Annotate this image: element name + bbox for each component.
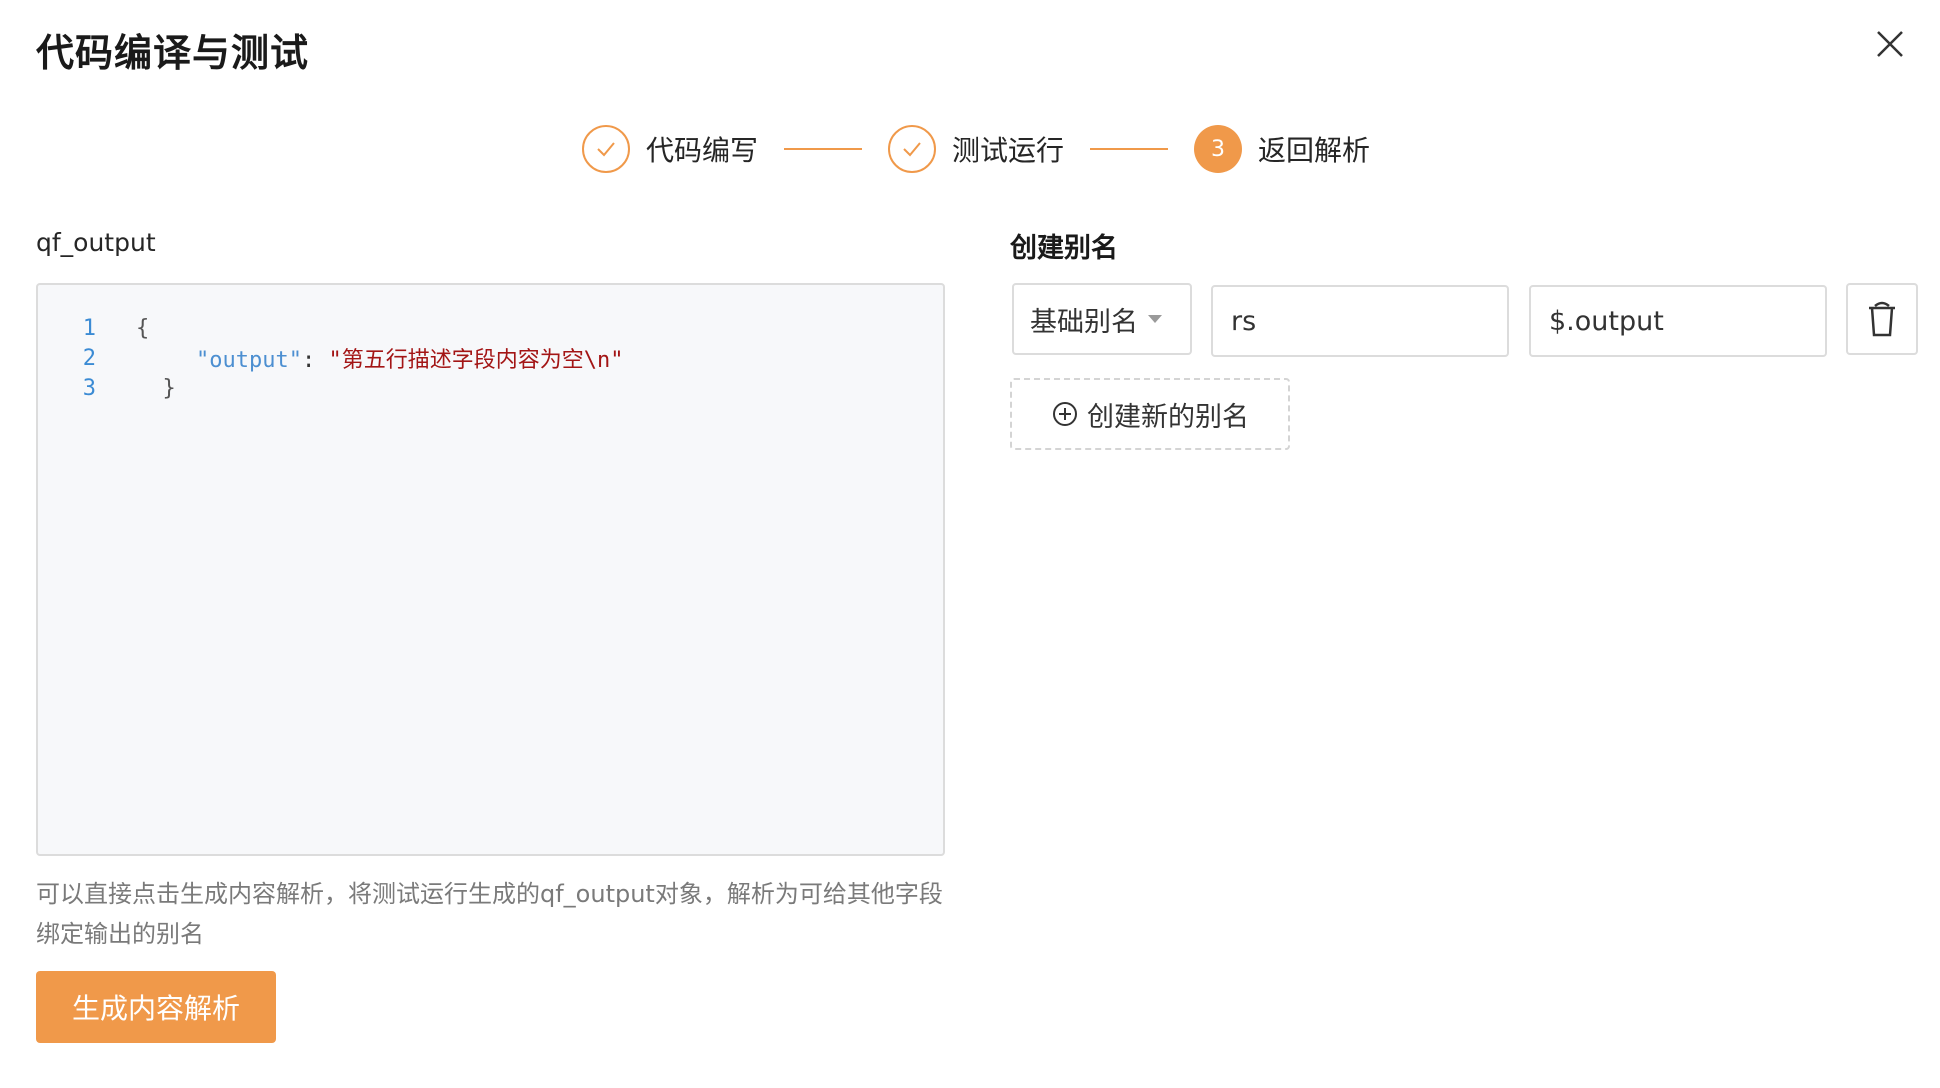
create-alias-title: 创建别名 — [1010, 233, 1118, 264]
alias-name-input[interactable] — [1211, 285, 1509, 357]
add-new-alias-button[interactable]: 创建新的别名 — [1010, 378, 1290, 450]
json-key: "output" — [196, 348, 302, 373]
alias-path-input[interactable] — [1529, 285, 1827, 357]
code-line: 2 "output": "第五行描述字段内容为空\n" — [38, 342, 943, 374]
delete-alias-button[interactable] — [1846, 283, 1918, 355]
alias-type-select[interactable]: 基础别名 — [1012, 283, 1192, 355]
plus-circle-icon — [1053, 402, 1077, 426]
hint-text: 可以直接点击生成内容解析，将测试运行生成的qf_output对象，解析为可给其他… — [36, 880, 943, 948]
line-number: 1 — [82, 315, 96, 341]
alias-type-value: 基础别名 — [1030, 306, 1138, 338]
dialog-title: 代码编译与测试 — [36, 31, 310, 75]
code-text: { — [136, 315, 150, 341]
close-icon[interactable] — [1870, 24, 1910, 64]
step-label: 代码编写 — [646, 134, 759, 167]
trash-icon — [1869, 301, 1895, 337]
add-alias-label: 创建新的别名 — [1087, 401, 1249, 433]
code-line: 1 { — [38, 313, 943, 343]
generate-parse-button[interactable]: 生成内容解析 — [36, 971, 276, 1043]
line-number: 2 — [82, 345, 96, 371]
code-compile-test-dialog: 代码编译与测试 代码编写 测试运行 3 返回解析 qf_output 1 {2… — [0, 0, 1940, 1088]
caret-down-icon — [1148, 315, 1162, 323]
stepper: 代码编写 测试运行 3 返回解析 — [582, 124, 1370, 174]
step-connector — [784, 148, 863, 150]
code-text: "output": "第五行描述字段内容为空\n" — [96, 342, 623, 374]
code-line: 3 } — [38, 373, 943, 403]
json-separator: : — [301, 348, 329, 373]
step-label: 测试运行 — [952, 134, 1065, 167]
json-value: "第五行描述字段内容为空\n" — [328, 348, 624, 373]
check-icon — [582, 125, 630, 173]
code-text: } — [136, 375, 176, 401]
output-variable-label: qf_output — [36, 228, 156, 257]
step-connector — [1090, 148, 1169, 150]
step-number: 3 — [1194, 125, 1243, 173]
step-test-run: 测试运行 — [888, 125, 1064, 173]
step-return-parse: 3 返回解析 — [1194, 125, 1370, 173]
line-number: 3 — [82, 375, 96, 401]
step-label: 返回解析 — [1258, 134, 1371, 167]
check-icon — [888, 125, 937, 173]
code-editor[interactable]: 1 { 2 "output": "第五行描述字段内容为空\n" 3 } — [36, 283, 945, 856]
step-code-writing: 代码编写 — [582, 125, 758, 173]
